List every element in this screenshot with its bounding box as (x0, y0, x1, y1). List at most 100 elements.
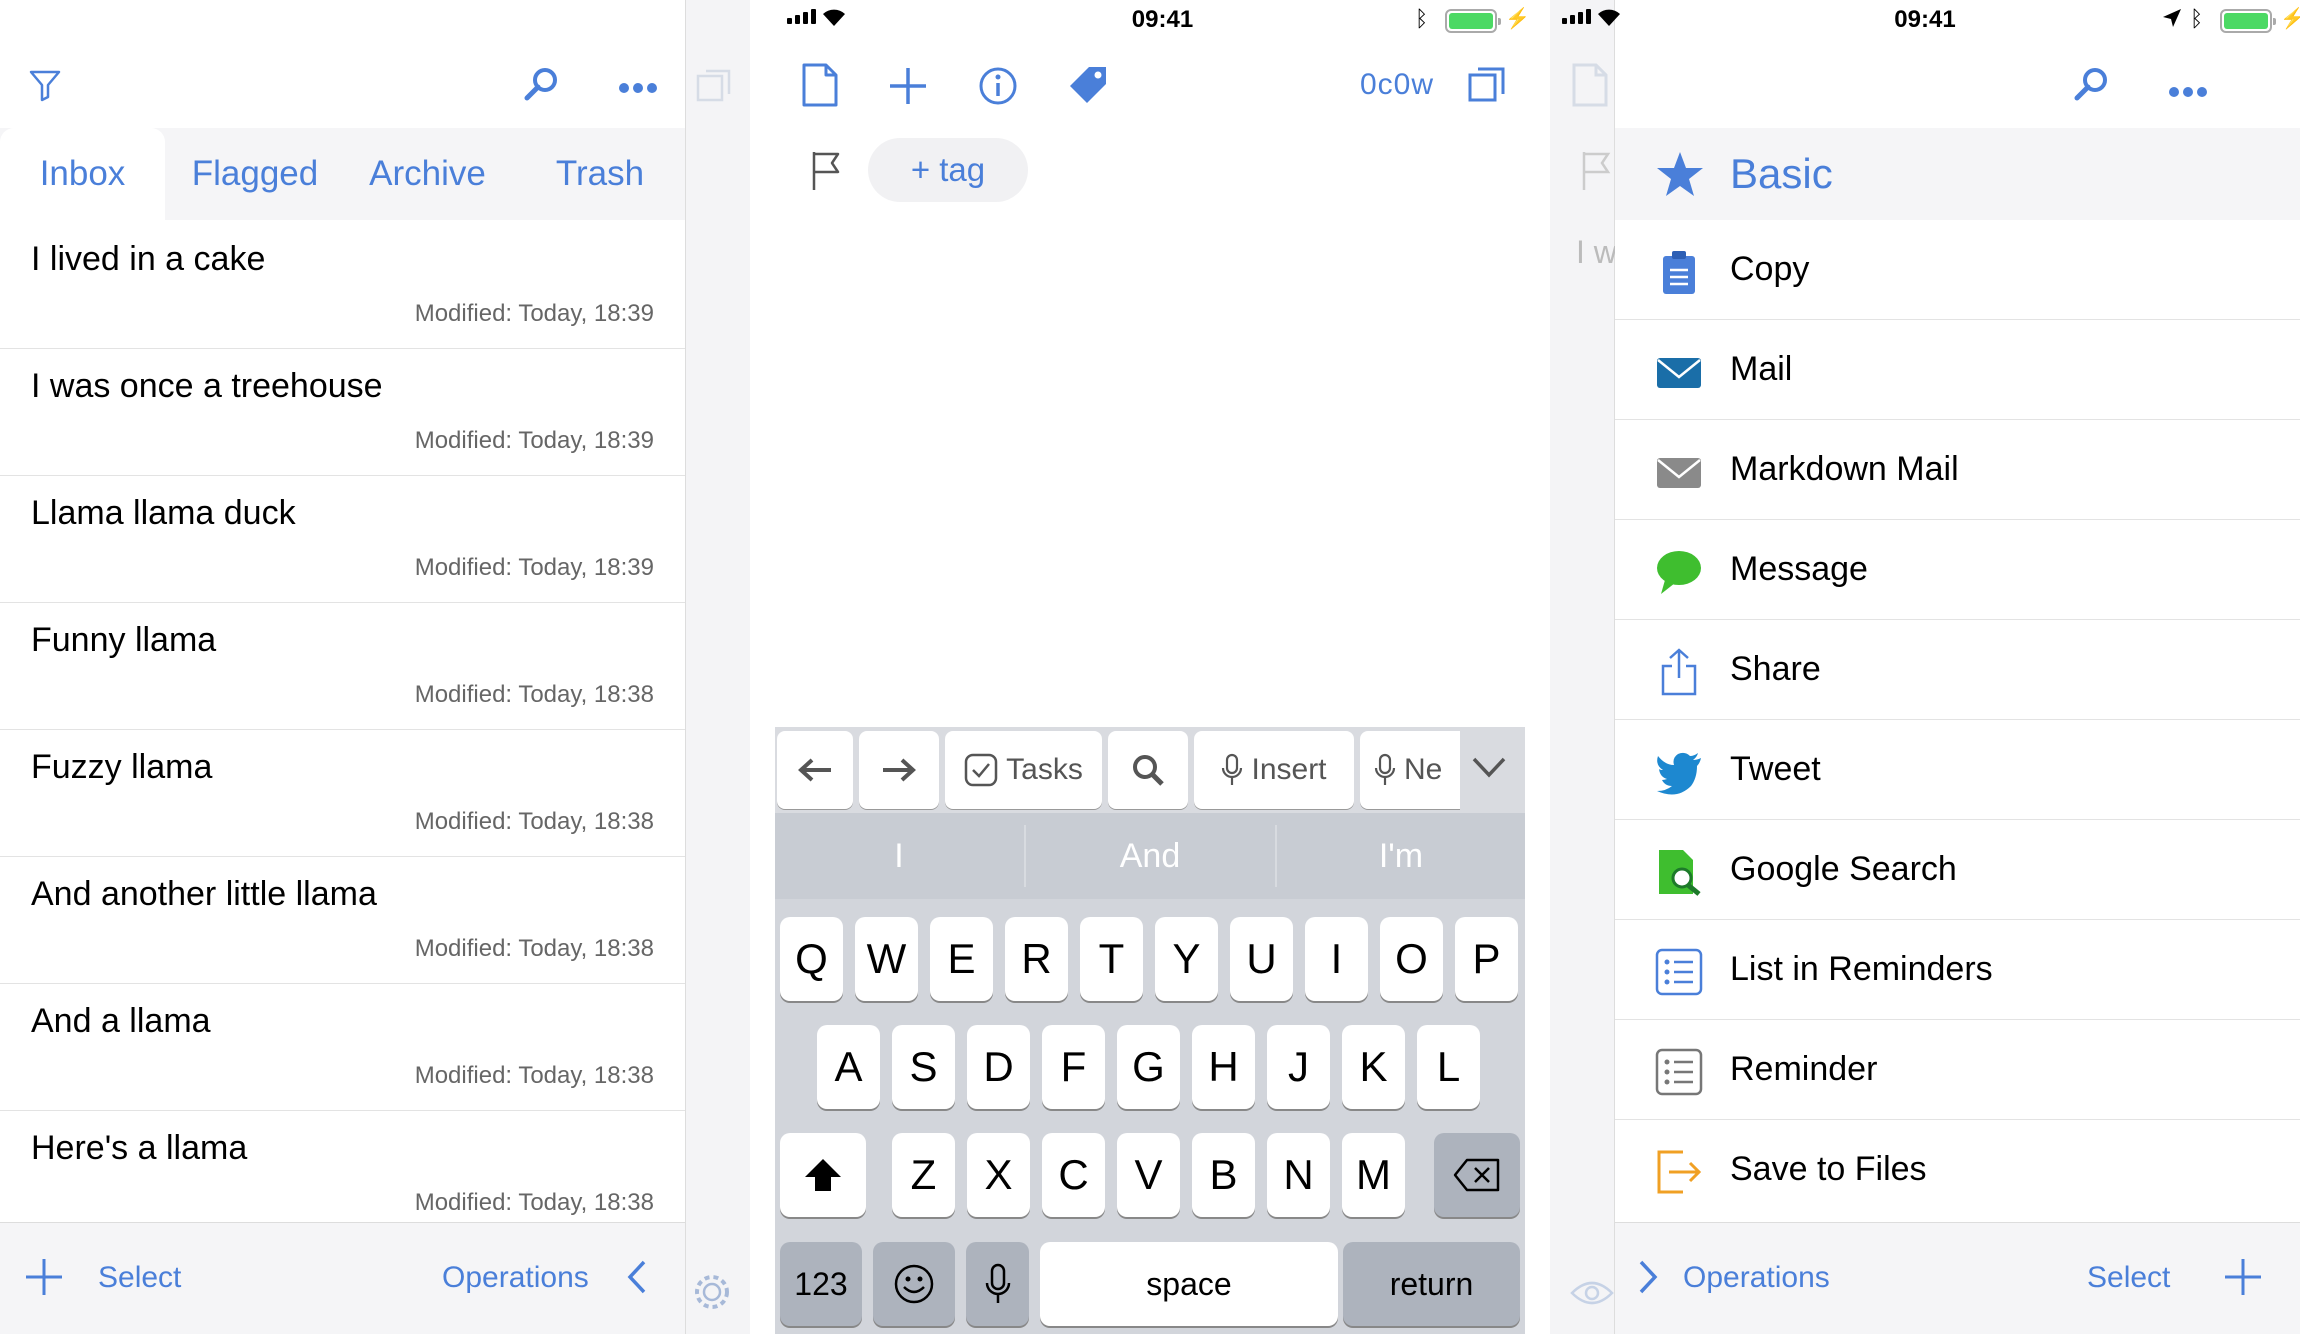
key-s[interactable]: S (892, 1025, 955, 1109)
tab-archive[interactable]: Archive (345, 128, 510, 220)
bluetooth-icon: ᛒ (2190, 6, 2204, 31)
key-o[interactable]: O (1380, 917, 1443, 1001)
note-modified: Modified: Today, 18:38 (414, 935, 654, 962)
add-icon[interactable] (24, 1257, 64, 1297)
key-g[interactable]: G (1117, 1025, 1180, 1109)
action-copy[interactable]: Copy (1615, 220, 2300, 320)
emoji-key[interactable] (873, 1242, 955, 1326)
key-j[interactable]: J (1267, 1025, 1330, 1109)
list-item[interactable]: Llama llama duck Modified: Today, 18:39 (0, 476, 685, 603)
key-t[interactable]: T (1080, 917, 1143, 1001)
key-n[interactable]: N (1267, 1133, 1330, 1217)
tag-icon[interactable] (1067, 64, 1109, 106)
reminder-icon (1655, 1048, 1703, 1096)
space-key[interactable]: space (1040, 1242, 1338, 1326)
flag-icon[interactable] (810, 150, 842, 192)
dictation-key[interactable] (966, 1242, 1029, 1326)
search-icon[interactable] (2072, 64, 2112, 104)
tab-flagged[interactable]: Flagged (170, 128, 340, 220)
key-y[interactable]: Y (1155, 917, 1218, 1001)
character-word-counter[interactable]: 0c0w (1360, 68, 1434, 102)
delete-key[interactable] (1434, 1133, 1520, 1217)
key-m[interactable]: M (1342, 1133, 1405, 1217)
key-e[interactable]: E (930, 917, 993, 1001)
search-button[interactable] (1108, 731, 1188, 809)
key-b[interactable]: B (1192, 1133, 1255, 1217)
expand-icon[interactable] (1468, 66, 1506, 104)
keyboard-toolbar: Tasks Insert Ne (775, 727, 1525, 813)
key-f[interactable]: F (1042, 1025, 1105, 1109)
action-mail[interactable]: Mail (1615, 320, 2300, 420)
list-item[interactable]: Here's a llama Modified: Today, 18:38 (0, 1111, 685, 1238)
key-q[interactable]: Q (780, 917, 843, 1001)
return-key[interactable]: return (1343, 1242, 1520, 1326)
chevron-down-icon[interactable] (1471, 755, 1507, 779)
new-note-icon[interactable] (888, 66, 928, 106)
key-i[interactable]: I (1305, 917, 1368, 1001)
settings-gear-icon[interactable] (692, 1272, 732, 1312)
select-button[interactable]: Select (98, 1261, 181, 1295)
add-tag-button[interactable]: + tag (868, 138, 1028, 202)
info-icon[interactable] (978, 66, 1018, 106)
action-tweet[interactable]: Tweet (1615, 720, 2300, 820)
numbers-key[interactable]: 123 (780, 1242, 862, 1326)
battery-icon (1445, 9, 1501, 33)
arrow-right-button[interactable] (859, 731, 939, 809)
status-time: 09:41 (1131, 6, 1194, 33)
key-l[interactable]: L (1417, 1025, 1480, 1109)
action-google-search[interactable]: Google Search (1615, 820, 2300, 920)
key-x[interactable]: X (967, 1133, 1030, 1217)
action-list-in-reminders[interactable]: List in Reminders (1615, 920, 2300, 1020)
arrow-left-button[interactable] (777, 731, 853, 809)
suggestion-2[interactable]: And (1026, 813, 1274, 899)
operations-button[interactable]: Operations (1683, 1261, 1830, 1295)
suggestion-3[interactable]: I'm (1277, 813, 1525, 899)
action-group-header[interactable]: Basic (1615, 128, 2300, 220)
key-z[interactable]: Z (892, 1133, 955, 1217)
action-save-to-files[interactable]: Save to Files (1615, 1120, 2300, 1220)
action-share[interactable]: Share (1615, 620, 2300, 720)
more-icon[interactable] (618, 82, 658, 94)
action-reminder[interactable]: Reminder (1615, 1020, 2300, 1120)
tasks-label: Tasks (1006, 753, 1083, 786)
select-button[interactable]: Select (2087, 1261, 2170, 1295)
preview-eye-icon[interactable] (1570, 1278, 1614, 1308)
key-w[interactable]: W (855, 917, 918, 1001)
shift-key[interactable] (780, 1133, 866, 1217)
note-title: I lived in a cake (31, 240, 266, 278)
tab-inbox[interactable]: Inbox (0, 128, 165, 220)
action-markdown-mail[interactable]: Markdown Mail (1615, 420, 2300, 520)
suggestion-1[interactable]: I (775, 813, 1023, 899)
tab-trash[interactable]: Trash (515, 128, 685, 220)
operations-button[interactable]: Operations (442, 1261, 589, 1295)
key-k[interactable]: K (1342, 1025, 1405, 1109)
list-item[interactable]: And a llama Modified: Today, 18:38 (0, 984, 685, 1111)
key-v[interactable]: V (1117, 1133, 1180, 1217)
chevron-left-icon[interactable] (626, 1259, 648, 1295)
list-item[interactable]: Funny llama Modified: Today, 18:38 (0, 603, 685, 730)
list-item[interactable]: I was once a treehouse Modified: Today, 1… (0, 349, 685, 476)
filter-icon[interactable] (28, 68, 62, 102)
list-item[interactable]: I lived in a cake Modified: Today, 18:39 (0, 222, 685, 349)
action-message[interactable]: Message (1615, 520, 2300, 620)
add-icon[interactable] (2223, 1257, 2263, 1297)
key-h[interactable]: H (1192, 1025, 1255, 1109)
search-icon[interactable] (522, 64, 562, 104)
key-a[interactable]: A (817, 1025, 880, 1109)
new-dictation-button[interactable]: Ne (1360, 731, 1460, 809)
insert-dictation-button[interactable]: Insert (1194, 731, 1354, 809)
key-p[interactable]: P (1455, 917, 1518, 1001)
bluetooth-icon: ᛒ (1415, 6, 1429, 31)
more-icon[interactable] (2168, 86, 2208, 98)
key-d[interactable]: D (967, 1025, 1030, 1109)
key-u[interactable]: U (1230, 917, 1293, 1001)
document-icon[interactable] (800, 62, 840, 108)
tasks-button[interactable]: Tasks (945, 731, 1102, 809)
list-item[interactable]: Fuzzy llama Modified: Today, 18:38 (0, 730, 685, 857)
key-c[interactable]: C (1042, 1133, 1105, 1217)
document-icon (1572, 63, 1608, 107)
list-item[interactable]: And another little llama Modified: Today,… (0, 857, 685, 984)
flag-icon (1582, 152, 1611, 190)
key-r[interactable]: R (1005, 917, 1068, 1001)
chevron-right-icon[interactable] (1637, 1259, 1659, 1295)
